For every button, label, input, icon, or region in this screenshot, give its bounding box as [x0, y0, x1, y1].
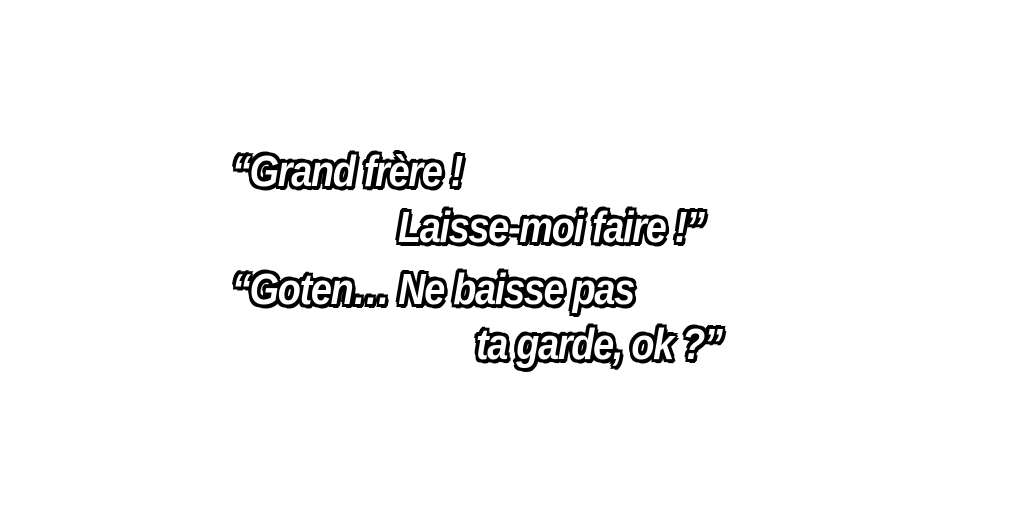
dialogue-line-4: ta garde, ok ?” — [475, 320, 724, 369]
dialogue-line-2: Laisse-moi faire !” — [397, 203, 706, 252]
dialogue-line-3: “Goten… Ne baisse pas — [231, 265, 636, 314]
dialogue-line-1: “Grand frère ! — [231, 147, 464, 196]
caption-canvas: “Grand frère ! Laisse-moi faire !” “Gote… — [0, 0, 1024, 512]
